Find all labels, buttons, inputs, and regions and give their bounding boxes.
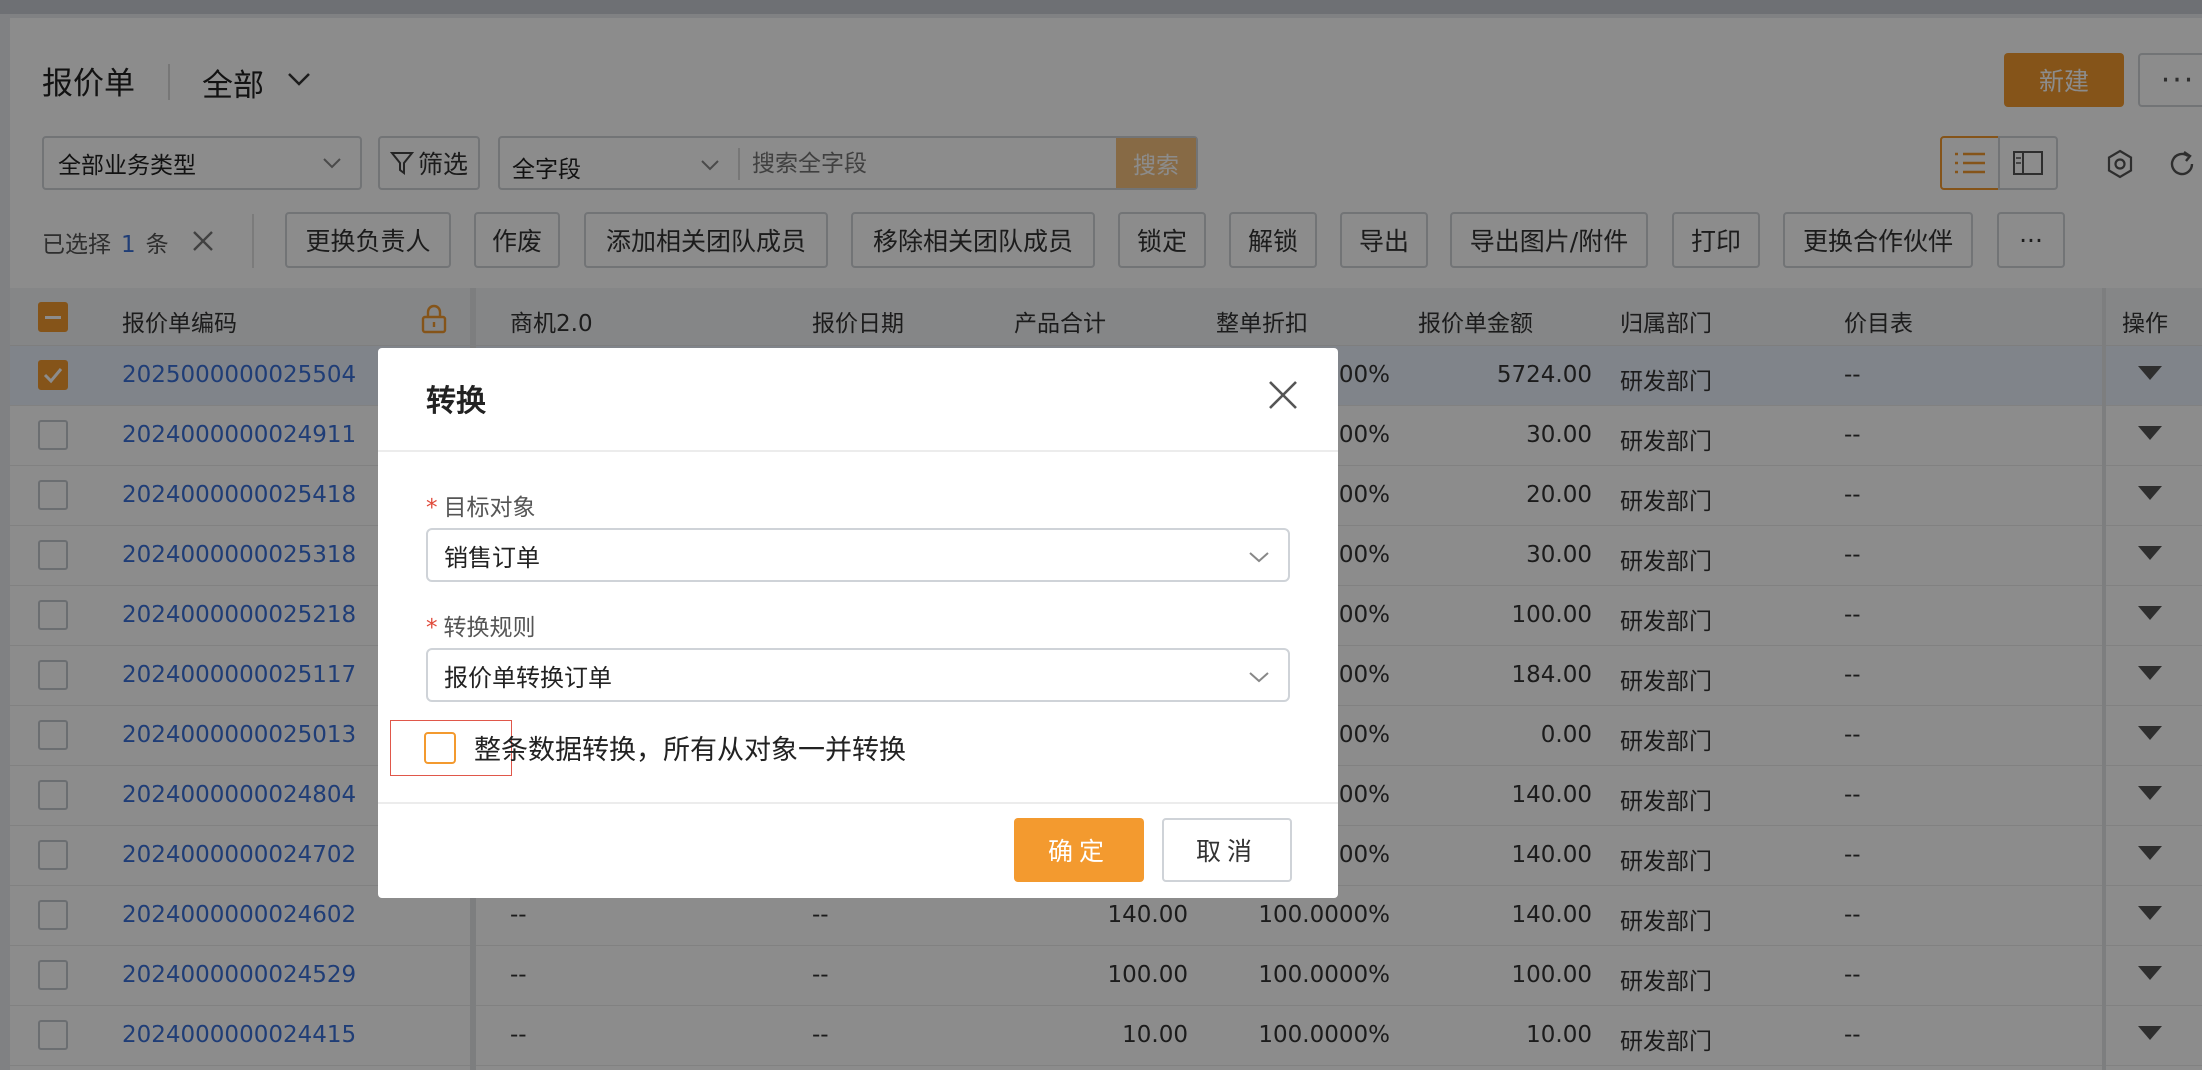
page: 报价单 全部 新建 ··· 全部业务类型 筛选 全字段 搜索 已选择1条 更换负… [0, 0, 2202, 1070]
dialog-title: 转换 [426, 384, 486, 419]
required-mark: * [426, 495, 438, 521]
target-object-label: * 目标对象 [426, 488, 536, 522]
conversion-rule-label-text: 转换规则 [443, 615, 536, 641]
convert-all-label[interactable]: 整条数据转换，所有从对象一并转换 [474, 728, 906, 767]
chevron-down-icon [1249, 552, 1269, 563]
dialog-header-divider [378, 450, 1338, 452]
convert-all-checkbox[interactable] [424, 732, 456, 764]
conversion-rule-select[interactable]: 报价单转换订单 [426, 648, 1290, 702]
required-mark: * [426, 615, 438, 641]
close-icon[interactable] [1266, 378, 1300, 412]
chevron-down-icon [1249, 672, 1269, 683]
conversion-rule-value: 报价单转换订单 [444, 663, 612, 692]
dialog-footer-divider [378, 802, 1338, 804]
target-object-value: 销售订单 [444, 543, 540, 572]
target-object-select[interactable]: 销售订单 [426, 528, 1290, 582]
cancel-button[interactable]: 取消 [1162, 818, 1292, 882]
conversion-rule-label: * 转换规则 [426, 608, 536, 642]
confirm-button[interactable]: 确定 [1014, 818, 1144, 882]
target-object-label-text: 目标对象 [443, 495, 536, 521]
convert-dialog: 转换 * 目标对象 销售订单 * 转换规则 报价单转换订单 整条数据转换，所有从对象… [378, 348, 1338, 898]
